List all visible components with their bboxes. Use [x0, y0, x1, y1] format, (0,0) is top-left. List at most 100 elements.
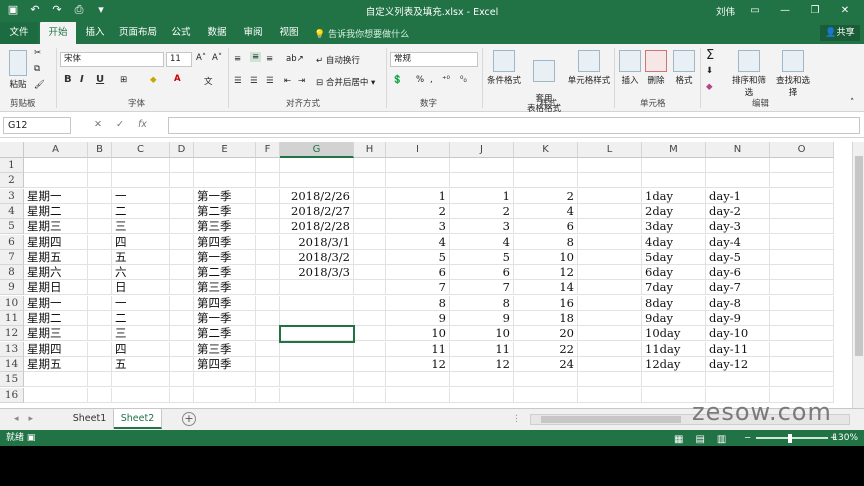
wrap-text-button[interactable]: ↵ 自动换行: [316, 54, 360, 66]
font-size-dropdown[interactable]: 11: [166, 52, 192, 67]
cell[interactable]: [514, 158, 578, 173]
cell[interactable]: [354, 203, 386, 219]
cell[interactable]: [194, 387, 256, 403]
cell[interactable]: [170, 280, 194, 296]
cell[interactable]: [578, 356, 642, 372]
cell[interactable]: 10: [386, 326, 450, 342]
tab-review[interactable]: 审阅: [238, 22, 268, 44]
row-header[interactable]: 2: [0, 173, 24, 189]
cell[interactable]: [578, 203, 642, 219]
cell[interactable]: [450, 173, 514, 189]
cell[interactable]: [88, 295, 112, 311]
cell[interactable]: day-5: [706, 249, 770, 265]
cell[interactable]: 10day: [642, 326, 706, 342]
cell[interactable]: 星期一: [24, 188, 88, 204]
cell[interactable]: [578, 219, 642, 235]
sort-filter-button[interactable]: 排序和筛选: [728, 50, 770, 98]
cell[interactable]: [256, 341, 280, 357]
add-sheet-icon[interactable]: +: [182, 412, 196, 426]
column-header-n[interactable]: N: [706, 142, 770, 158]
cell[interactable]: [256, 249, 280, 265]
clear-icon[interactable]: ◆: [706, 82, 713, 92]
borders-icon[interactable]: ⊞: [120, 75, 127, 85]
row-header[interactable]: 12: [0, 326, 24, 342]
user-name[interactable]: 刘伟: [716, 4, 735, 18]
cell[interactable]: [170, 203, 194, 219]
cell[interactable]: 星期五: [24, 356, 88, 372]
row-header[interactable]: 13: [0, 341, 24, 357]
increase-indent-icon[interactable]: ⇥: [298, 76, 305, 86]
cell[interactable]: 二: [112, 311, 170, 326]
cell[interactable]: 6day: [642, 265, 706, 281]
column-header-h[interactable]: H: [354, 142, 386, 158]
cell[interactable]: 7: [386, 280, 450, 296]
cell[interactable]: [514, 387, 578, 403]
cell[interactable]: [354, 372, 386, 388]
cell[interactable]: 星期五: [24, 249, 88, 265]
cell[interactable]: [170, 188, 194, 204]
cell[interactable]: day-2: [706, 203, 770, 219]
cell[interactable]: day-10: [706, 326, 770, 342]
cell[interactable]: 2: [386, 203, 450, 219]
cell[interactable]: [386, 158, 450, 173]
row-header[interactable]: 7: [0, 249, 24, 265]
cell[interactable]: [194, 372, 256, 388]
align-middle-icon[interactable]: ≡: [250, 52, 262, 62]
row-header[interactable]: 5: [0, 219, 24, 235]
row-header[interactable]: 11: [0, 311, 24, 326]
cell[interactable]: 7day: [642, 280, 706, 296]
cell[interactable]: 12day: [642, 356, 706, 372]
cell[interactable]: [386, 387, 450, 403]
cell[interactable]: [354, 158, 386, 173]
percent-icon[interactable]: %: [416, 75, 424, 85]
cell[interactable]: [770, 203, 834, 219]
page-break-view-icon[interactable]: ▥: [717, 432, 726, 446]
align-top-icon[interactable]: ≡: [234, 54, 241, 64]
paste-button[interactable]: 粘贴: [6, 50, 30, 90]
cell[interactable]: [280, 356, 354, 372]
name-box[interactable]: G12: [3, 117, 71, 134]
decrease-indent-icon[interactable]: ⇤: [284, 76, 291, 86]
insert-function-button[interactable]: fx: [138, 119, 147, 130]
cell[interactable]: [88, 280, 112, 296]
cell[interactable]: [578, 372, 642, 388]
cell[interactable]: [578, 387, 642, 403]
cell[interactable]: [642, 158, 706, 173]
cell[interactable]: [256, 387, 280, 403]
delete-cells-button[interactable]: 删除: [644, 50, 668, 86]
cell[interactable]: 第三季: [194, 280, 256, 296]
cell[interactable]: 第二季: [194, 203, 256, 219]
cell[interactable]: [770, 341, 834, 357]
cell[interactable]: [706, 173, 770, 189]
select-all-corner[interactable]: [0, 142, 24, 158]
cell[interactable]: [24, 158, 88, 173]
column-header-i[interactable]: I: [386, 142, 450, 158]
cell[interactable]: [578, 311, 642, 326]
cell[interactable]: 4: [386, 234, 450, 250]
cell[interactable]: 四: [112, 234, 170, 250]
cell[interactable]: [170, 341, 194, 357]
cell[interactable]: [256, 173, 280, 189]
cell[interactable]: 11day: [642, 341, 706, 357]
cell[interactable]: [706, 372, 770, 388]
fill-color-icon[interactable]: ◆: [150, 75, 157, 85]
cell[interactable]: [770, 356, 834, 372]
cell[interactable]: 1day: [642, 188, 706, 204]
macro-record-icon[interactable]: ▣: [27, 433, 36, 443]
vertical-scroll-thumb[interactable]: [855, 156, 863, 356]
align-left-icon[interactable]: ☰: [234, 76, 242, 86]
tab-data[interactable]: 数据: [202, 22, 232, 44]
cell-styles-button[interactable]: 单元格样式: [566, 50, 612, 86]
cell[interactable]: 三: [112, 326, 170, 342]
cell[interactable]: [354, 188, 386, 204]
cell[interactable]: day-6: [706, 265, 770, 281]
zoom-slider-knob[interactable]: [788, 434, 792, 443]
sheet-tab-sheet2[interactable]: Sheet2: [114, 409, 162, 429]
cell[interactable]: [256, 326, 280, 342]
cell[interactable]: [450, 158, 514, 173]
cell[interactable]: [354, 356, 386, 372]
cell[interactable]: 五: [112, 356, 170, 372]
cell[interactable]: 12: [386, 356, 450, 372]
cell[interactable]: 1: [386, 188, 450, 204]
cell[interactable]: [194, 173, 256, 189]
